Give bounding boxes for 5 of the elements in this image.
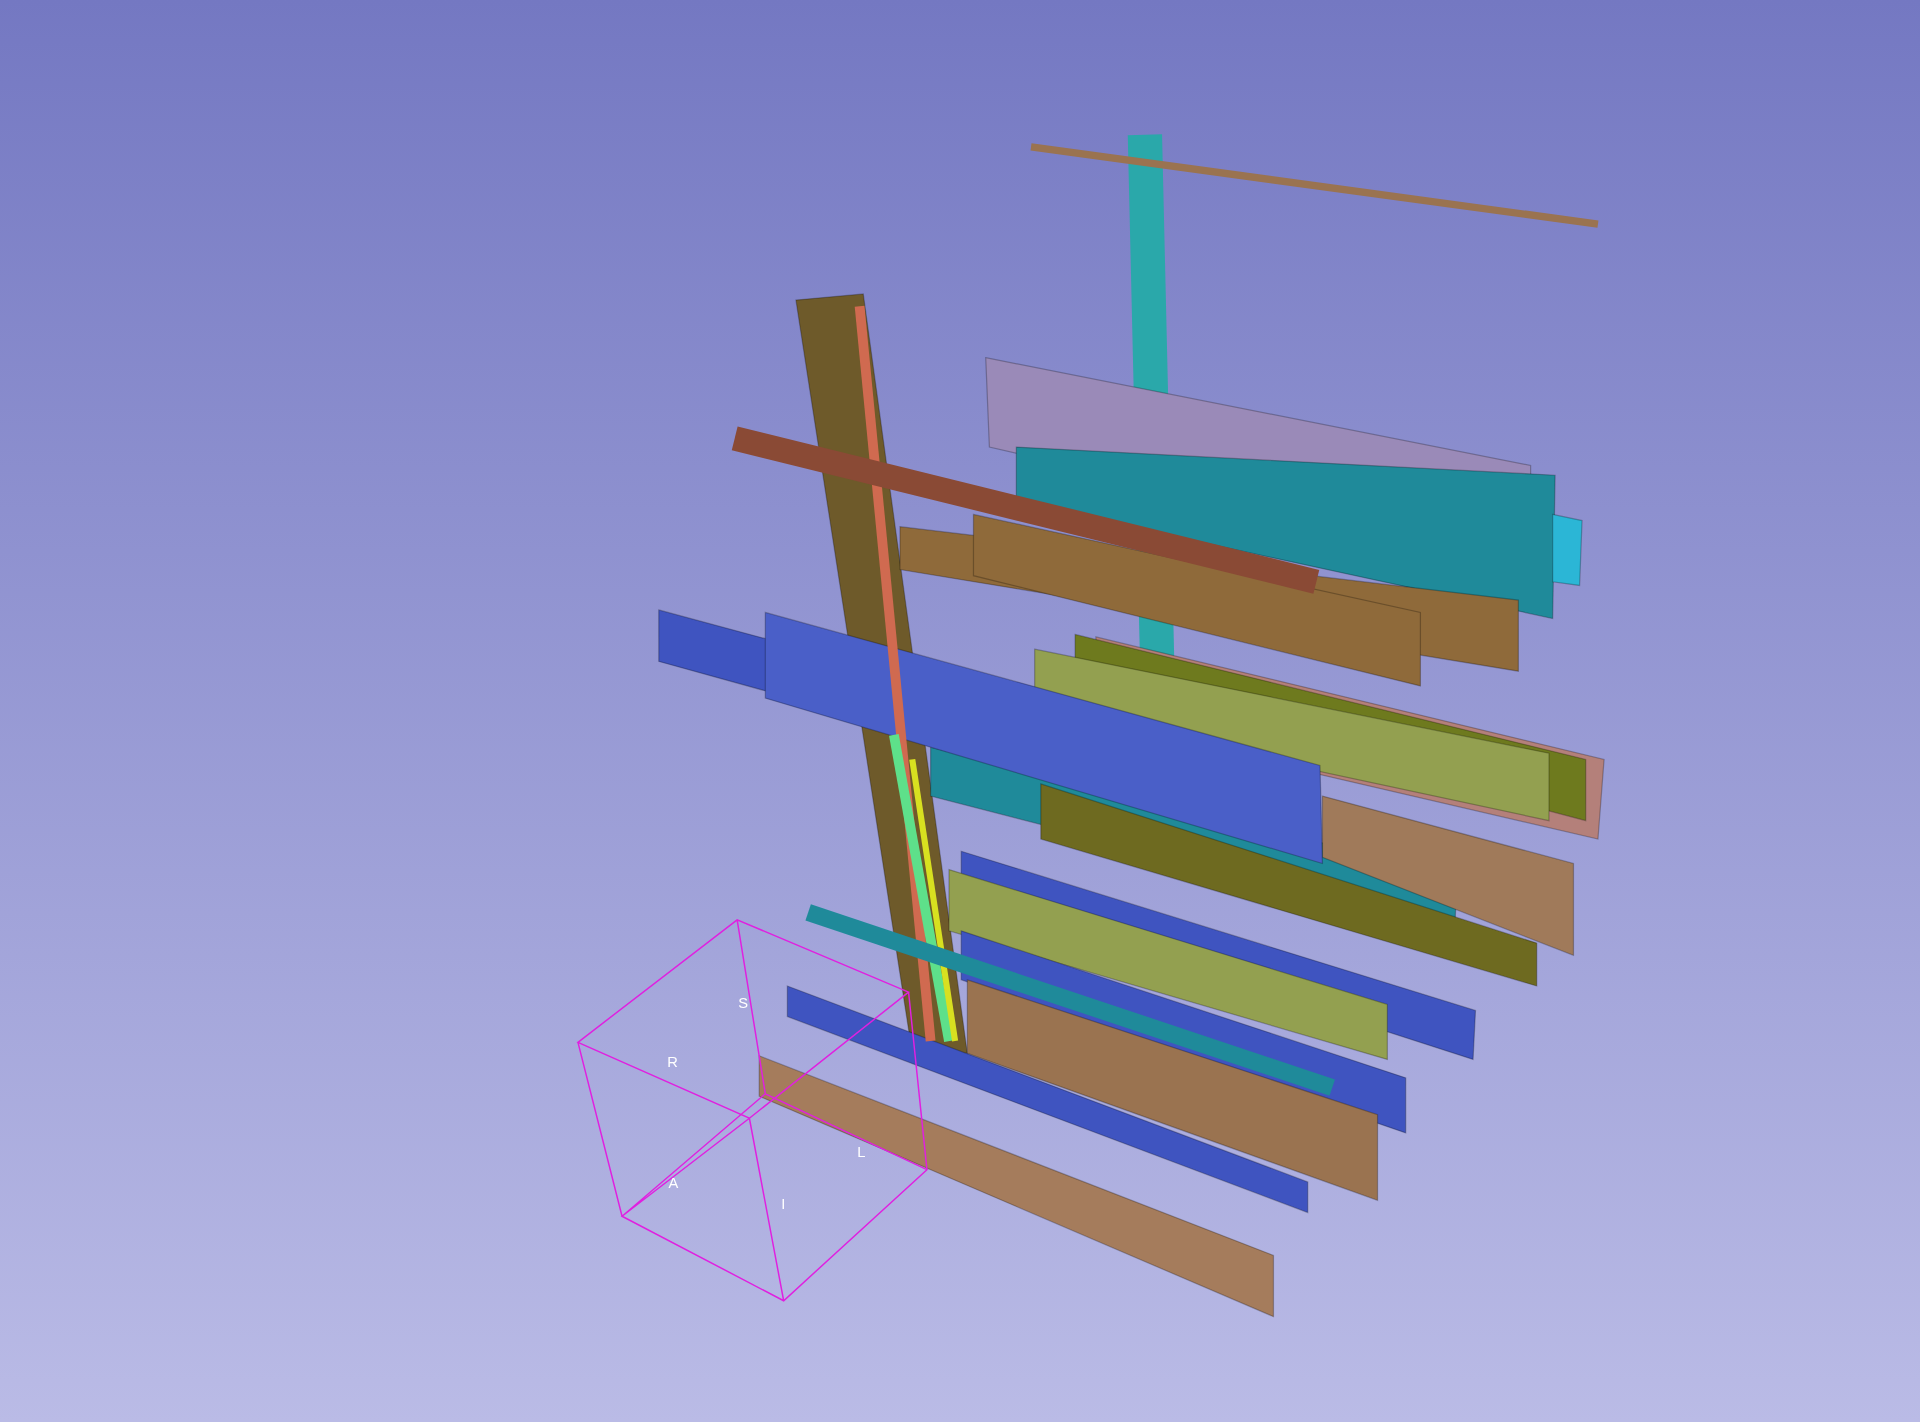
orientation-label: A [668,1175,679,1192]
orientation-label: L [857,1144,866,1161]
orientation-label: R [667,1053,678,1070]
orientation-label: S [738,995,749,1011]
orientation-label: I [781,1195,786,1212]
